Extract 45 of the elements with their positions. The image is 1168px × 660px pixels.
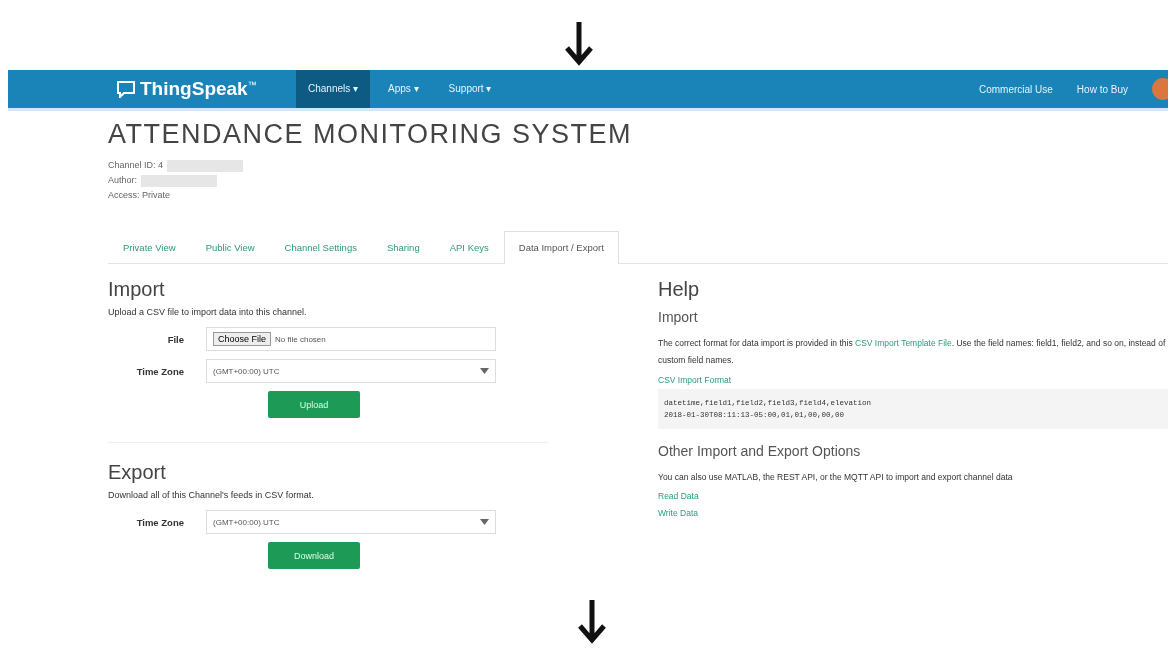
file-input-field[interactable]: Choose File No file chosen — [206, 327, 496, 351]
chat-bubble-icon — [116, 80, 136, 98]
section-description: Upload a CSV file to import data into this channel. — [108, 307, 308, 317]
field-label: File — [166, 333, 185, 345]
download-button[interactable]: Download — [268, 542, 360, 569]
nav-link[interactable]: Commercial Use — [978, 83, 1053, 95]
time-zone-select[interactable]: (GMT+00:00) UTC — [206, 510, 496, 534]
field-label: Time Zone — [135, 365, 185, 377]
help-subheading: Import — [658, 309, 699, 325]
tab[interactable]: API Keys — [434, 231, 504, 263]
tab[interactable]: Sharing — [371, 231, 435, 263]
brand-logo-text[interactable]: ThingSpeak$^{™}$ — [140, 78, 257, 100]
time-zone-select[interactable]: (GMT+00:00) UTC — [206, 359, 496, 383]
nav-menu-item[interactable]: Support ▾ — [436, 70, 504, 108]
help-heading: Help — [658, 278, 701, 301]
format-label: CSV Import Format — [658, 375, 733, 385]
help-link[interactable]: Write Data — [658, 505, 1168, 522]
caret-icon — [480, 519, 489, 525]
section-heading: Import — [108, 278, 166, 301]
help-subheading: Other Import and Export Options — [658, 443, 862, 459]
help-link[interactable]: Read Data — [658, 488, 1168, 505]
nav-menu-item[interactable]: Channels ▾ — [296, 70, 371, 108]
channel-info-text: Author: — [108, 174, 138, 187]
avatar-icon[interactable] — [1152, 78, 1168, 100]
channel-title: ATTENDANCE MONITORING SYSTEM — [108, 119, 634, 150]
choose-file-button[interactable]: Choose File — [213, 332, 272, 346]
nav-link[interactable]: How to Buy — [1076, 83, 1128, 95]
tab[interactable]: Channel Settings — [269, 231, 372, 263]
channel-info-text: Access: Private — [108, 189, 171, 202]
tab[interactable]: Public View — [190, 231, 270, 263]
channel-info-text: Channel ID: 4 — [108, 159, 164, 172]
tab[interactable]: Data Import / Export — [503, 231, 619, 264]
template-file-link[interactable]: CSV Import Template File — [855, 338, 952, 348]
field-label: Time Zone — [135, 516, 185, 528]
caret-icon — [480, 368, 489, 374]
down-arrow-icon — [564, 20, 594, 66]
tab[interactable]: Private View — [108, 231, 191, 263]
nav-menu-item[interactable]: Apps ▾ — [376, 70, 431, 108]
upload-button[interactable]: Upload — [268, 391, 360, 418]
down-arrow-icon — [577, 598, 607, 644]
help-paragraph: You can also use MATLAB, the REST API, or the MQTT API to import and export channel data — [658, 471, 1014, 484]
section-heading: Export — [108, 461, 167, 484]
help-paragraph: The correct format for data import is provided in this CSV Import Template File. Use the field names: field1, field2, and so on, instead of custom field names. — [658, 337, 1167, 367]
file-status-text: No file chosen — [275, 334, 326, 344]
section-description: Download all of this Channel's feeds in CSV format. — [108, 490, 315, 500]
